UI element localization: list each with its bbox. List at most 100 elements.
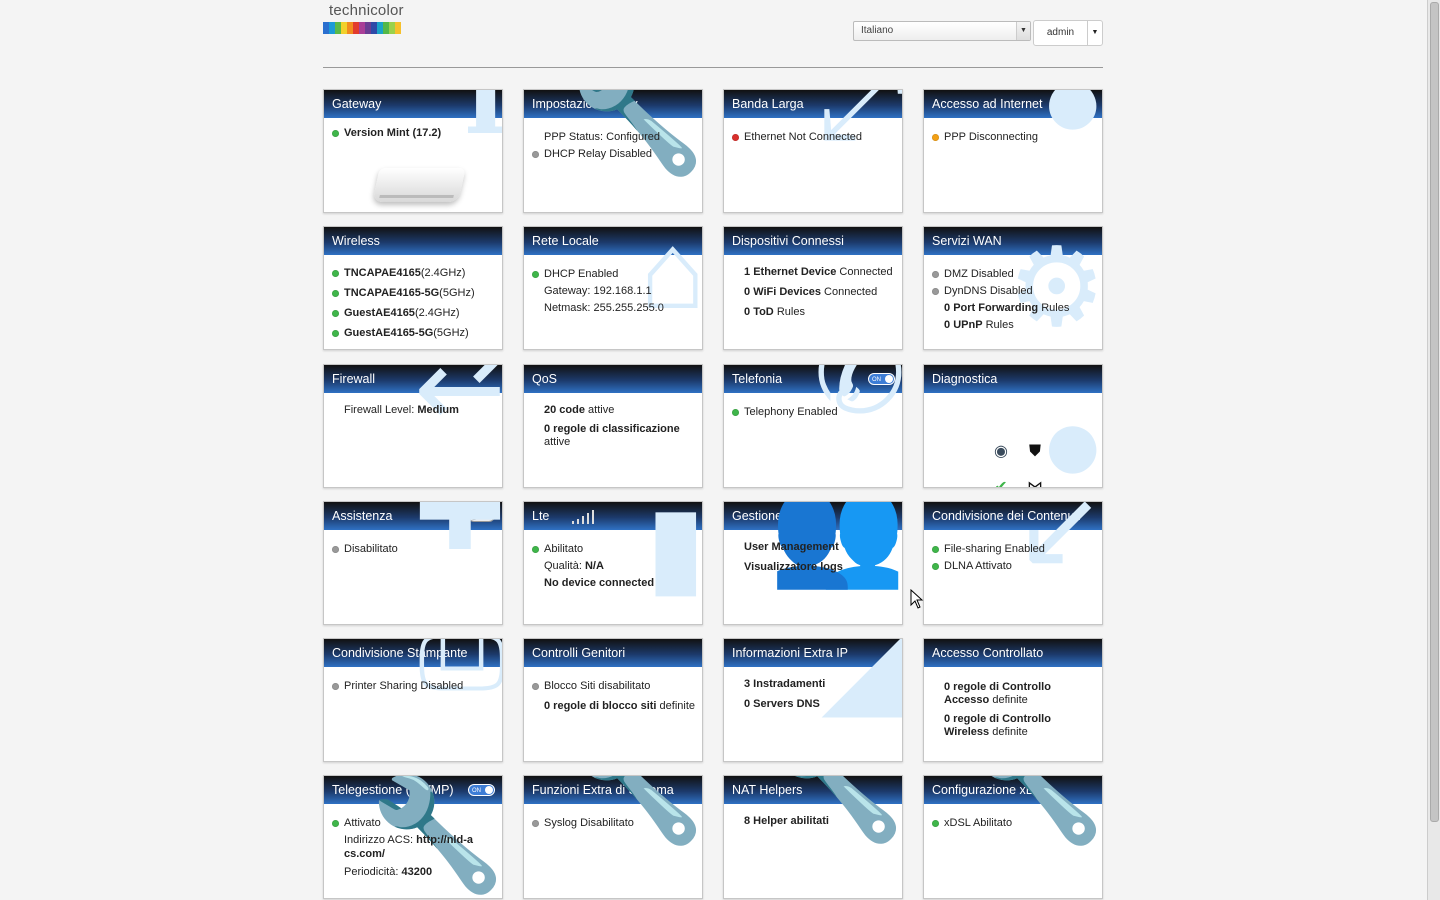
card-modem[interactable]: Gestione Modem 👥 User Management Visuali…	[723, 501, 903, 625]
qos-rules-suffix: attive	[544, 436, 571, 448]
card-title[interactable]: Funzioni Extra di Sistema	[524, 776, 702, 804]
card-title[interactable]: Dispositivi Connessi	[724, 227, 902, 255]
card-title[interactable]: NAT Helpers	[724, 776, 902, 804]
logo-text: technicolor	[329, 2, 404, 19]
card-title[interactable]: Accesso ad Internet	[924, 90, 1102, 118]
speedometer-icon[interactable]: ◉	[990, 441, 1012, 463]
status-led-green	[732, 409, 739, 416]
card-title[interactable]: Firewall	[324, 365, 502, 393]
check-tools-icon[interactable]: ✔	[990, 477, 1012, 487]
ssid-band: (2.4GHz)	[414, 307, 460, 319]
cwmp-toggle[interactable]: ON	[468, 784, 495, 796]
scrollbar-thumb[interactable]	[1430, 2, 1439, 822]
card-title[interactable]: Accesso Controllato	[924, 639, 1102, 667]
user-name[interactable]: admin	[1034, 21, 1088, 45]
card-title[interactable]: Condivisione Stampante	[324, 639, 502, 667]
ppp-status: PPP Status: Configured	[544, 131, 660, 143]
card-wireless[interactable]: Wireless TNCAPAE4165(2.4GHz) TNCAPAE4165…	[323, 226, 503, 350]
card-telephony[interactable]: Telefonia ON ✆ Telephony Enabled	[723, 364, 903, 488]
status-led-gray	[932, 288, 939, 295]
card-extra-ip[interactable]: Informazioni Extra IP ◢ 3 Instradamenti …	[723, 638, 903, 762]
toggle-label: ON	[872, 377, 881, 383]
card-title[interactable]: QoS	[524, 365, 702, 393]
card-printer[interactable]: Condivisione Stampante ⎙ Printer Sharing…	[323, 638, 503, 762]
dlna-status: DLNA Attivato	[944, 560, 1012, 572]
card-internet[interactable]: Accesso ad Internet ● PPP Disconnecting	[923, 89, 1103, 213]
acs-label: Indirizzo ACS:	[344, 834, 414, 846]
card-title[interactable]: Condivisione dei Contenuti	[924, 502, 1102, 530]
card-broadband[interactable]: Banda Larga ⤢ Ethernet Not Connected	[723, 89, 903, 213]
card-access-control[interactable]: Accesso Controllato 0 regole di Controll…	[923, 638, 1103, 762]
card-nat[interactable]: NAT Helpers 🔧 8 Helper abilitati	[723, 775, 903, 899]
card-title[interactable]: Gestione Modem	[724, 502, 902, 530]
card-lte[interactable]: Lte ▮ Abilitato Qualità: N/A No device c…	[523, 501, 703, 625]
card-xdsl[interactable]: Configurazione xDSL 🔧 xDSL Abilitato	[923, 775, 1103, 899]
card-title[interactable]: Impostazioni Relay	[524, 90, 702, 118]
status-led-gray	[532, 820, 539, 827]
card-firewall[interactable]: Firewall ⇄ Firewall Level: Medium	[323, 364, 503, 488]
card-title[interactable]: Configurazione xDSL	[924, 776, 1102, 804]
log-viewer-link[interactable]: Visualizzatore logs	[744, 561, 843, 573]
card-title[interactable]: Informazioni Extra IP	[724, 639, 902, 667]
vertical-scrollbar[interactable]	[1427, 0, 1440, 900]
tod-count: 0	[744, 306, 751, 318]
shield-icon[interactable]: ⛊	[1024, 441, 1046, 463]
card-gateway[interactable]: Gateway ℹ Version Mint (17.2)	[323, 89, 503, 213]
card-header[interactable]: Assistenza OFF	[324, 502, 502, 530]
site-block-rules: 0 regole di blocco siti	[544, 700, 657, 712]
chevron-down-icon[interactable]: ▼	[1016, 22, 1030, 40]
pf-count: 0	[944, 302, 951, 314]
qos-rules: 0 regole di classificazione	[544, 423, 680, 435]
eth-label: Ethernet Device	[753, 266, 837, 278]
card-content-sharing[interactable]: Condivisione dei Contenuti ↙ File-sharin…	[923, 501, 1103, 625]
ssid-band: (5GHz)	[439, 287, 475, 299]
status-led-green	[932, 546, 939, 553]
assistance-toggle[interactable]: OFF	[468, 510, 495, 522]
card-title[interactable]: Controlli Genitori	[524, 639, 702, 667]
user-management-link[interactable]: User Management	[744, 541, 839, 553]
language-select[interactable]: Italiano ▼	[853, 21, 1031, 41]
card-system-extra[interactable]: Funzioni Extra di Sistema 🔧 Syslog Disab…	[523, 775, 703, 899]
status-led-gray	[932, 271, 939, 278]
card-title[interactable]: Servizi WAN	[924, 227, 1102, 255]
card-title[interactable]: Gateway	[324, 90, 502, 118]
lan-gateway: Gateway: 192.168.1.1	[544, 285, 652, 297]
status-led-orange	[932, 134, 939, 141]
card-header[interactable]: Lte	[524, 502, 702, 530]
user-menu-button[interactable]: admin ▼	[1033, 20, 1103, 46]
status-led-gray	[532, 151, 539, 158]
telephony-toggle[interactable]: ON	[868, 373, 895, 385]
card-header[interactable]: Telefonia ON	[724, 365, 902, 393]
header-divider	[323, 67, 1103, 68]
status-led-green	[332, 130, 339, 137]
technicolor-logo[interactable]: technicolor	[323, 2, 413, 36]
pf-label: Port Forwarding	[953, 302, 1039, 314]
card-title[interactable]: Diagnostica	[924, 365, 1102, 393]
network-icon[interactable]: ⋈	[1024, 477, 1046, 487]
card-assistance[interactable]: Assistenza OFF ✚ Disabilitato	[323, 501, 503, 625]
wifi-count: 0	[744, 286, 751, 298]
status-led-green	[332, 820, 339, 827]
wan-dmz: DMZ Disabled	[944, 268, 1014, 280]
card-qos[interactable]: QoS 20 code attive 0 regole di classific…	[523, 364, 703, 488]
caret-down-icon[interactable]: ▼	[1088, 21, 1102, 45]
card-title[interactable]: Wireless	[324, 227, 502, 255]
dns-count: 0 Servers DNS	[744, 698, 820, 710]
card-parental[interactable]: Controlli Genitori Blocco Siti disabilit…	[523, 638, 703, 762]
card-diagnostics[interactable]: Diagnostica ● ◉ ⛊ ✔ ⋈	[923, 364, 1103, 488]
card-lan[interactable]: Rete Locale ⌂ DHCP Enabled Gateway: 192.…	[523, 226, 703, 350]
status-led-gray	[332, 683, 339, 690]
card-wan[interactable]: Servizi WAN ⚙ DMZ Disabled DynDNS Disabl…	[923, 226, 1103, 350]
card-relay[interactable]: Impostazioni Relay 🔧 PPP Status: Configu…	[523, 89, 703, 213]
card-title: Telegestione (CWMP)	[332, 783, 454, 797]
card-title[interactable]: Rete Locale	[524, 227, 702, 255]
card-devices[interactable]: Dispositivi Connessi 1 Ethernet Device C…	[723, 226, 903, 350]
card-title[interactable]: Banda Larga	[724, 90, 902, 118]
assistance-status: Disabilitato	[344, 543, 398, 555]
lan-dhcp: DHCP Enabled	[544, 268, 619, 280]
card-cwmp[interactable]: Telegestione (CWMP) ON 🔧 Attivato Indiri…	[323, 775, 503, 899]
broadband-status: Ethernet Not Connected	[744, 131, 863, 143]
tod-label: ToD	[753, 306, 774, 318]
card-header[interactable]: Telegestione (CWMP) ON	[324, 776, 502, 804]
ssid-name: GuestAE4165	[344, 307, 415, 319]
